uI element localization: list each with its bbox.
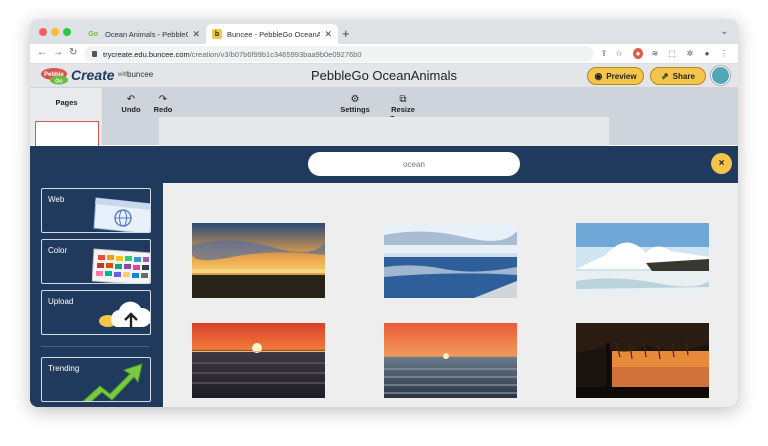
redo-label: Redo (153, 105, 173, 114)
pebblego-favicon-icon: Go (88, 30, 98, 38)
more-menu-icon[interactable]: ⋮ (719, 48, 729, 59)
preview-button[interactable]: ◉ Preview (587, 67, 644, 85)
back-icon[interactable]: ← (37, 47, 47, 58)
source-label: Upload (48, 297, 74, 306)
web-globe-icon (93, 197, 150, 232)
svg-text:Go: Go (55, 79, 63, 85)
resize-icon: ⧉ (399, 94, 407, 105)
svg-text:Pebble: Pebble (44, 72, 64, 78)
gear-icon: ⚙ (350, 94, 360, 105)
pages-panel: Pages (30, 88, 103, 151)
source-color-button[interactable]: Color (41, 239, 151, 284)
tab-ocean-animals[interactable]: Go Ocean Animals - PebbleGo ✕ (80, 24, 206, 44)
search-input[interactable]: ocean (308, 152, 520, 176)
browser-toolbar: ← → ↻ trycreate.edu.buncee.com/creation/… (30, 44, 738, 64)
extension-icon[interactable]: ● (633, 48, 643, 59)
source-label: Web (48, 195, 65, 204)
close-window-button[interactable] (39, 28, 47, 36)
zoom-window-button[interactable] (63, 28, 71, 36)
translate-extension-icon[interactable]: ⬚ (667, 48, 677, 59)
reload-icon[interactable]: ↻ (69, 47, 77, 58)
document-title[interactable]: PebbleGo OceanAnimals (284, 68, 484, 83)
tab-label: Buncee - PebbleGo OceanAnim (227, 29, 321, 39)
redo-icon: ↷ (158, 94, 168, 105)
eye-icon: ◉ (594, 70, 603, 81)
layers-extension-icon[interactable]: ≋ (650, 48, 660, 59)
new-tab-button[interactable]: + (342, 26, 350, 41)
share-button[interactable]: ⇗ Share (650, 67, 706, 85)
close-tab-icon[interactable]: ✕ (192, 29, 200, 40)
source-sidebar: Web Color Upload Trending (30, 183, 163, 407)
forward-icon[interactable]: → (53, 47, 63, 58)
pages-label: Pages (55, 98, 78, 107)
tab-buncee[interactable]: b Buncee - PebbleGo OceanAnim ✕ (206, 24, 338, 44)
waves-rocks-splash-image[interactable] (576, 223, 709, 298)
color-palette-icon (92, 248, 150, 283)
editor-area: Pages ↶ Undo ↷ Redo ⚙ Settings ⧉ Resize … (30, 88, 738, 151)
trending-arrow-icon (82, 363, 143, 401)
beach-hut-sunset-image[interactable] (576, 323, 709, 398)
cloud-upload-icon (99, 301, 150, 328)
address-bar[interactable]: trycreate.edu.buncee.com/creation/v3/b07… (84, 46, 594, 62)
app-header: Pebble Go Create with buncee PebbleGo Oc… (30, 64, 738, 88)
ocean-sunset-orange-image[interactable] (384, 323, 517, 398)
share-arrow-icon: ⇗ (661, 70, 669, 81)
media-picker-modal: ocean × Web Color Upload Trending (30, 146, 738, 407)
source-trending-button[interactable]: Trending (41, 357, 151, 402)
buncee-favicon-icon: b (212, 29, 222, 39)
user-avatar[interactable] (711, 66, 730, 85)
minimize-window-button[interactable] (51, 28, 59, 36)
profile-icon[interactable]: ● (702, 48, 712, 59)
close-modal-button[interactable]: × (711, 153, 732, 174)
source-upload-button[interactable]: Upload (41, 290, 151, 335)
redo-button[interactable]: ↷ Redo (150, 94, 176, 114)
lock-icon (92, 51, 97, 57)
canvas[interactable] (159, 117, 609, 147)
pebblego-logo: Pebble Go (41, 68, 68, 85)
tab-label: Ocean Animals - PebbleGo (105, 29, 189, 39)
preview-label: Preview (606, 71, 637, 81)
tab-search-icon[interactable]: ⌄ (720, 26, 728, 37)
ocean-waves-blue-image[interactable] (384, 223, 517, 298)
url-path: /creation/v3/b07b6f99b1c3465993baa9b0e09… (189, 49, 362, 59)
browser-window: Go Ocean Animals - PebbleGo ✕ b Buncee -… (30, 19, 738, 407)
buncee-logo-text: buncee (127, 70, 154, 79)
puzzle-extensions-icon[interactable]: ✲ (685, 48, 695, 59)
source-web-button[interactable]: Web (41, 188, 151, 233)
source-label: Color (48, 246, 68, 255)
close-tab-icon[interactable]: ✕ (324, 29, 332, 40)
ocean-sunset-clouds-image[interactable] (192, 223, 325, 298)
sidebar-divider (41, 346, 149, 347)
tab-strip: Go Ocean Animals - PebbleGo ✕ b Buncee -… (30, 19, 738, 44)
settings-label: Settings (340, 105, 370, 114)
undo-label: Undo (121, 105, 141, 114)
url-host: trycreate.edu.buncee.com (103, 49, 190, 59)
settings-button[interactable]: ⚙ Settings (338, 94, 372, 114)
undo-button[interactable]: ↶ Undo (118, 94, 144, 114)
source-label: Trending (48, 364, 80, 373)
image-results-grid (163, 183, 738, 407)
undo-icon: ↶ (126, 94, 136, 105)
share-label: Share (672, 71, 695, 81)
create-logo-text: Create (71, 67, 115, 83)
ocean-sunset-red-sky-image[interactable] (192, 323, 325, 398)
bookmark-star-icon[interactable]: ☆ (614, 48, 624, 59)
share-page-icon[interactable]: ⇪ (599, 48, 609, 59)
